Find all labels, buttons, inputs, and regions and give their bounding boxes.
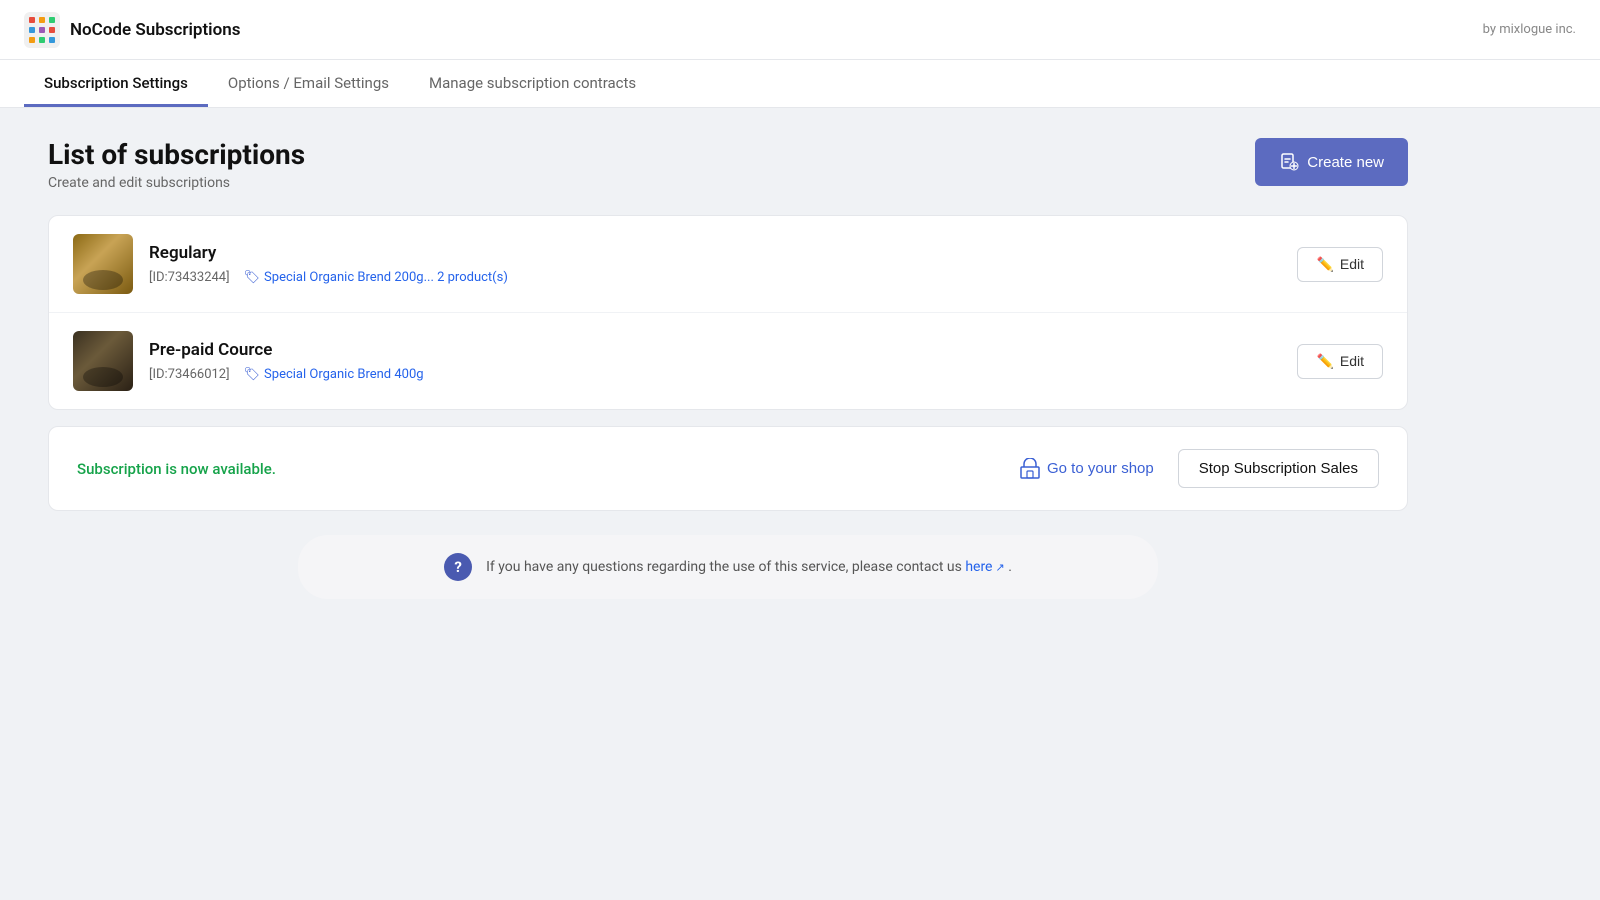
edit-icon: ✏️	[1316, 353, 1333, 370]
subscription-row: Regulary [ID:73433244] 🏷 Special Organic…	[49, 216, 1407, 313]
subscription-name: Pre-paid Cource	[149, 340, 1281, 360]
tag-icon: 🏷	[244, 270, 261, 285]
subscription-meta: [ID:73466012] 🏷 Special Organic Brend 40…	[149, 363, 1281, 382]
help-here-link[interactable]: here ↗	[965, 559, 1004, 575]
edit-icon: ✏️	[1316, 256, 1333, 273]
tab-subscription-settings[interactable]: Subscription Settings	[24, 60, 208, 107]
edit-button-regulary[interactable]: ✏️ Edit	[1297, 247, 1383, 282]
tag-icon: 🏷	[244, 367, 261, 382]
subscription-row: Pre-paid Cource [ID:73466012] 🏷 Special …	[49, 313, 1407, 409]
create-new-label: Create new	[1307, 154, 1384, 171]
external-link-icon: ↗	[996, 561, 1005, 574]
subscription-id: [ID:73433244]	[149, 270, 230, 285]
subscription-products-link[interactable]: 🏷 Special Organic Brend 200g... 2 produc…	[244, 270, 508, 285]
help-text: If you have any questions regarding the …	[486, 559, 1012, 575]
edit-button-prepaid[interactable]: ✏️ Edit	[1297, 344, 1383, 379]
subscription-info: Regulary [ID:73433244] 🏷 Special Organic…	[149, 243, 1281, 285]
edit-label: Edit	[1340, 256, 1364, 272]
subscription-info: Pre-paid Cource [ID:73466012] 🏷 Special …	[149, 340, 1281, 382]
page-title: List of subscriptions	[48, 138, 305, 171]
help-link-text: here	[965, 559, 992, 575]
subscription-products-text: Special Organic Brend 200g... 2 product(…	[264, 270, 508, 285]
create-new-button[interactable]: Create new	[1255, 138, 1408, 186]
page-header-left: List of subscriptions Create and edit su…	[48, 138, 305, 191]
app-bar: NoCode Subscriptions by mixlogue inc.	[0, 0, 1600, 60]
tab-options-email-settings[interactable]: Options / Email Settings	[208, 60, 409, 107]
shop-link-text: Go to your shop	[1047, 460, 1154, 477]
status-available-text: Subscription is now available.	[77, 460, 995, 478]
app-bar-left: NoCode Subscriptions	[24, 12, 240, 48]
app-logo-icon	[24, 12, 60, 48]
page-subtitle: Create and edit subscriptions	[48, 175, 305, 191]
subscription-thumbnail	[73, 234, 133, 294]
main-content: List of subscriptions Create and edit su…	[0, 108, 1456, 629]
tab-manage-contracts[interactable]: Manage subscription contracts	[409, 60, 656, 107]
subscription-name: Regulary	[149, 243, 1281, 263]
help-period: .	[1008, 559, 1012, 575]
subscriptions-card: Regulary [ID:73433244] 🏷 Special Organic…	[48, 215, 1408, 410]
subscription-id: [ID:73466012]	[149, 367, 230, 382]
subscription-products-text: Special Organic Brend 400g	[264, 367, 424, 382]
subscription-products-link[interactable]: 🏷 Special Organic Brend 400g	[244, 367, 424, 382]
subscription-thumbnail	[73, 331, 133, 391]
app-byline: by mixlogue inc.	[1483, 22, 1576, 37]
store-icon	[1019, 458, 1041, 480]
nav-tabs: Subscription Settings Options / Email Se…	[0, 60, 1600, 108]
app-title: NoCode Subscriptions	[70, 20, 240, 40]
create-new-icon	[1279, 152, 1299, 172]
edit-label: Edit	[1340, 353, 1364, 369]
page-header: List of subscriptions Create and edit su…	[48, 138, 1408, 191]
status-card: Subscription is now available. Go to you…	[48, 426, 1408, 511]
help-section: ? If you have any questions regarding th…	[298, 535, 1158, 599]
help-icon: ?	[444, 553, 472, 581]
stop-subscription-sales-button[interactable]: Stop Subscription Sales	[1178, 449, 1379, 488]
subscription-meta: [ID:73433244] 🏷 Special Organic Brend 20…	[149, 266, 1281, 285]
go-to-shop-button[interactable]: Go to your shop	[1019, 458, 1154, 480]
help-question-text: If you have any questions regarding the …	[486, 559, 962, 575]
